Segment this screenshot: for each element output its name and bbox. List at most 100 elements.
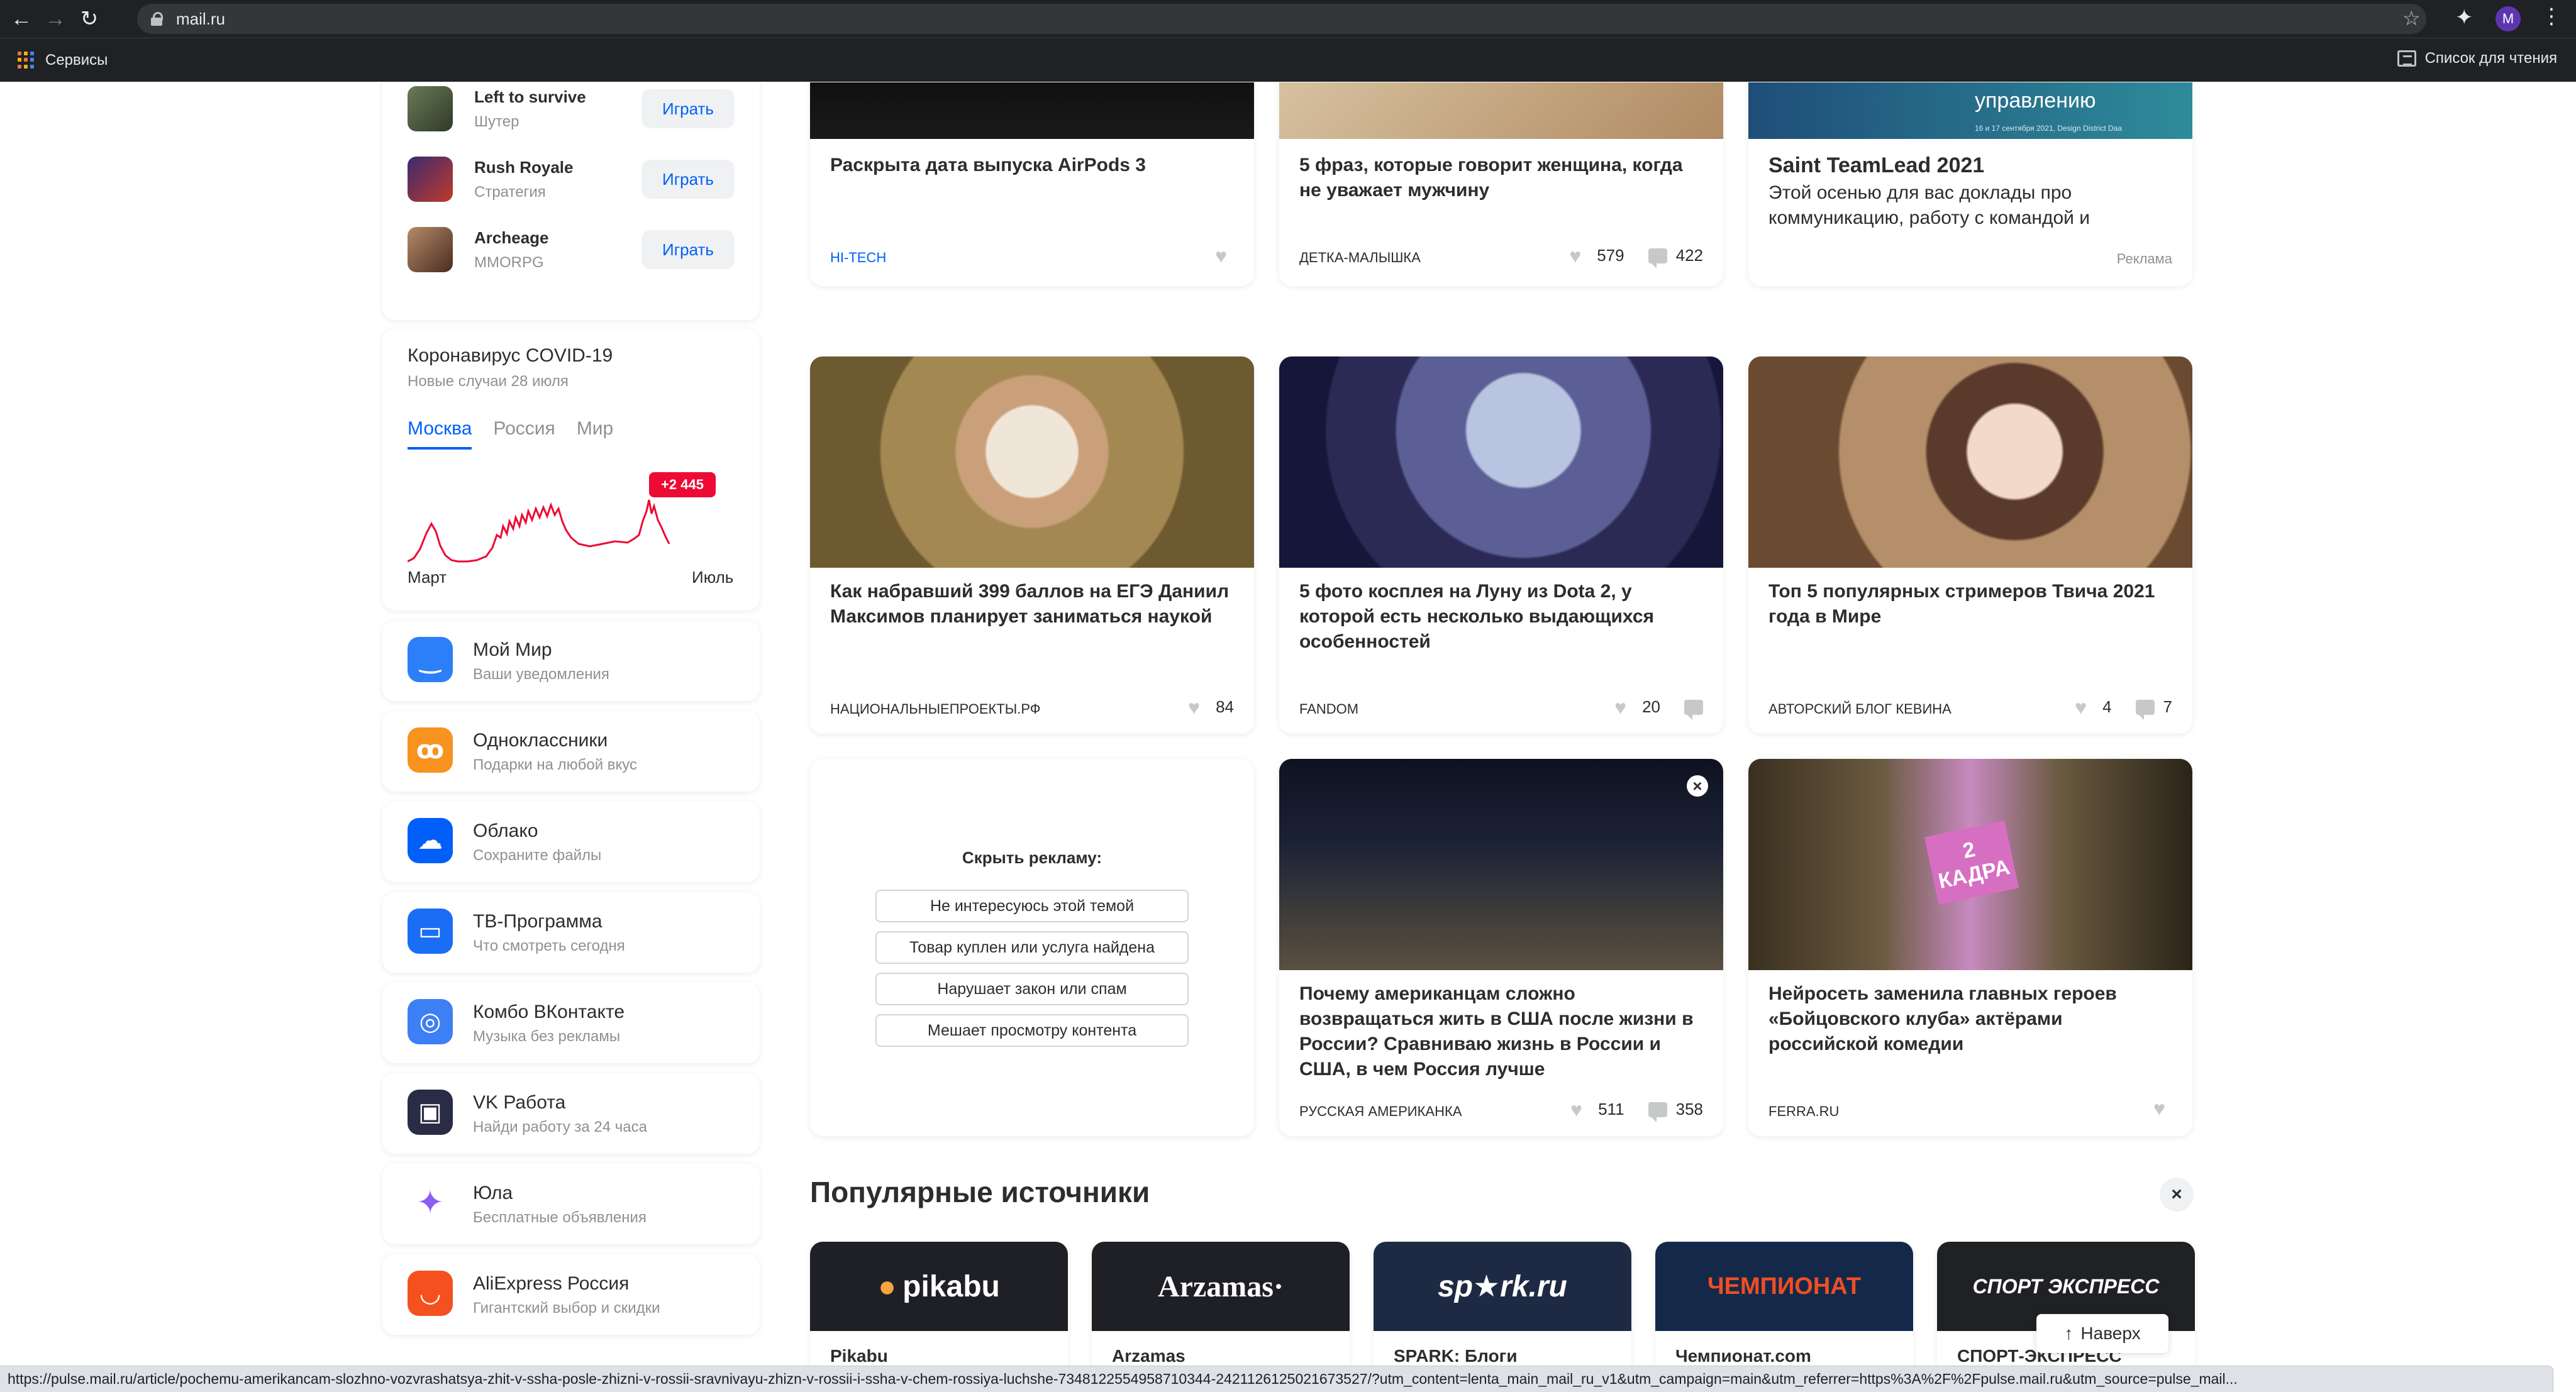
- news-card[interactable]: Как набравший 399 баллов на ЕГЭ Даниил М…: [810, 356, 1254, 734]
- heart-icon[interactable]: ♥: [1188, 697, 1207, 717]
- cloud-icon: ☁: [408, 818, 453, 863]
- service-subtitle: Найди работу за 24 часа: [473, 1119, 647, 1135]
- news-title[interactable]: Топ 5 популярных стримеров Твича 2021 го…: [1768, 579, 2177, 629]
- tv-icon: ▭: [408, 909, 453, 954]
- heart-icon[interactable]: ♥: [2153, 1098, 2172, 1119]
- news-title[interactable]: 5 фото косплея на Луну из Dota 2, у кото…: [1299, 579, 1708, 655]
- source-card-championat[interactable]: ЧЕМПИОНАТ Чемпионат.com: [1655, 1242, 1913, 1386]
- news-title[interactable]: Нейросеть заменила главных героев «Бойцо…: [1768, 981, 2177, 1057]
- news-source[interactable]: РУССКАЯ АМЕРИКАНКА: [1299, 1103, 1462, 1120]
- reload-icon[interactable]: ↻: [77, 6, 102, 31]
- spark-logo: sp★rk.ru: [1374, 1242, 1631, 1331]
- comments-count: 7: [2163, 697, 2172, 716]
- news-card[interactable]: 5 фраз, которые говорит женщина, когда н…: [1279, 82, 1723, 286]
- game-title: Rush Royale: [474, 157, 574, 177]
- game-item[interactable]: Rush Royale Стратегия Играть: [408, 154, 735, 204]
- heart-icon[interactable]: ♥: [1215, 246, 1234, 266]
- bookmark-services[interactable]: Сервисы: [45, 52, 108, 69]
- heart-icon[interactable]: ♥: [2075, 697, 2094, 717]
- news-source[interactable]: ДЕТКА-МАЛЫШКА: [1299, 250, 1421, 266]
- source-name: Pikabu: [830, 1346, 888, 1366]
- news-source[interactable]: АВТОРСКИЙ БЛОГ КЕВИНА: [1768, 701, 1951, 717]
- back-arrow-icon[interactable]: ←: [9, 6, 34, 31]
- news-source[interactable]: FANDOM: [1299, 701, 1358, 717]
- covid-tab-world[interactable]: Мир: [577, 418, 613, 450]
- news-stats: ♥ 84: [1188, 697, 1234, 717]
- comments-count: 358: [1675, 1100, 1703, 1119]
- game-thumbnail: [408, 86, 453, 131]
- comment-icon[interactable]: [2135, 699, 2155, 720]
- hide-ad-option[interactable]: Нарушает закон или спам: [875, 973, 1189, 1005]
- close-icon[interactable]: ×: [1687, 775, 1708, 797]
- service-vk-work[interactable]: ▣ VK Работа Найди работу за 24 часа: [382, 1073, 760, 1154]
- profile-avatar[interactable]: M: [2496, 6, 2521, 31]
- play-button[interactable]: Играть: [641, 160, 735, 199]
- ad-title[interactable]: Saint TeamLead 2021: [1768, 153, 2177, 178]
- hide-ad-option[interactable]: Мешает просмотру контента: [875, 1014, 1189, 1047]
- service-subtitle: Что смотреть сегодня: [473, 937, 625, 954]
- heart-icon[interactable]: ♥: [1569, 246, 1588, 266]
- news-card[interactable]: 2 КАДРА Нейросеть заменила главных герое…: [1748, 759, 2192, 1136]
- comment-icon[interactable]: [1684, 699, 1703, 720]
- news-source[interactable]: НАЦИОНАЛЬНЫЕПРОЕКТЫ.РФ: [830, 701, 1041, 717]
- news-title[interactable]: Почему американцам сложно возвращаться ж…: [1299, 981, 1708, 1082]
- news-image: 2 КАДРА: [1748, 759, 2192, 970]
- service-title: ТВ-Программа: [473, 911, 602, 932]
- address-bar[interactable]: mail.ru: [137, 4, 2426, 34]
- source-card-spark[interactable]: sp★rk.ru SPARK: Блоги: [1374, 1242, 1631, 1386]
- close-icon[interactable]: ×: [2160, 1178, 2194, 1212]
- source-card-pikabu[interactable]: ● pikabu Pikabu: [810, 1242, 1068, 1386]
- comment-icon[interactable]: [1648, 248, 1667, 268]
- service-combo[interactable]: ◎ Комбо ВКонтакте Музыка без рекламы: [382, 983, 760, 1063]
- play-button[interactable]: Играть: [641, 89, 735, 128]
- ad-banner-text: управлению: [1975, 89, 2096, 113]
- news-source[interactable]: FERRA.RU: [1768, 1103, 1839, 1120]
- news-source[interactable]: HI-TECH: [830, 250, 886, 266]
- heart-icon[interactable]: ♥: [1570, 1100, 1589, 1120]
- service-aliexpress[interactable]: ◡ AliExpress Россия Гигантский выбор и с…: [382, 1254, 760, 1335]
- comment-icon[interactable]: [1648, 1102, 1667, 1122]
- game-thumbnail: [408, 227, 453, 272]
- news-title[interactable]: Раскрыта дата выпуска AirPods 3: [830, 153, 1239, 178]
- game-genre: Шутер: [474, 113, 519, 130]
- reading-list-button[interactable]: Список для чтения: [2397, 50, 2557, 67]
- game-item[interactable]: Archeage MMORPG Играть: [408, 224, 735, 275]
- source-card-arzamas[interactable]: Arzamas· Arzamas: [1092, 1242, 1350, 1386]
- news-card[interactable]: Раскрыта дата выпуска AirPods 3 HI-TECH …: [810, 82, 1254, 286]
- covid-subtitle: Новые случаи 28 июля: [408, 373, 569, 390]
- game-genre: Стратегия: [474, 183, 546, 201]
- service-subtitle: Ваши уведомления: [473, 666, 609, 683]
- service-youla[interactable]: ✦ Юла Бесплатные объявления: [382, 1164, 760, 1244]
- extensions-puzzle-icon[interactable]: ✦: [2455, 5, 2473, 30]
- hide-ad-option[interactable]: Товар куплен или услуга найдена: [875, 931, 1189, 964]
- forward-arrow-icon[interactable]: →: [43, 6, 68, 31]
- covid-tab-moscow[interactable]: Москва: [408, 418, 472, 450]
- heart-icon[interactable]: ♥: [1614, 697, 1633, 717]
- browser-menu-icon[interactable]: ⋮: [2541, 4, 2562, 29]
- likes-count: 511: [1598, 1100, 1624, 1119]
- smile-icon: ‿: [408, 637, 453, 682]
- play-button[interactable]: Играть: [641, 230, 735, 269]
- url-text[interactable]: mail.ru: [176, 9, 225, 29]
- covid-x-start: Март: [408, 568, 447, 587]
- service-my-world[interactable]: ‿ Мой Мир Ваши уведомления: [382, 621, 760, 701]
- game-item[interactable]: Left to survive Шутер Играть: [408, 84, 735, 134]
- scroll-to-top-button[interactable]: ↑ Наверх: [2036, 1314, 2168, 1353]
- news-title[interactable]: Как набравший 399 баллов на ЕГЭ Даниил М…: [830, 579, 1239, 629]
- likes-count: 4: [2102, 697, 2112, 716]
- service-odnoklassniki[interactable]: ꝏ Одноклассники Подарки на любой вкус: [382, 711, 760, 792]
- covid-tab-russia[interactable]: Россия: [493, 418, 555, 450]
- ad-banner-date: 16 и 17 сентября 2021, Design District D…: [1975, 124, 2122, 133]
- ad-card[interactable]: управлению 16 и 17 сентября 2021, Design…: [1748, 82, 2192, 286]
- service-cloud[interactable]: ☁ Облако Сохраните файлы: [382, 802, 760, 882]
- hide-ad-option[interactable]: Не интересуюсь этой темой: [875, 890, 1189, 922]
- covid-widget[interactable]: Коронавирус COVID-19 Новые случаи 28 июл…: [382, 329, 760, 610]
- news-card[interactable]: Топ 5 популярных стримеров Твича 2021 го…: [1748, 356, 2192, 734]
- news-card[interactable]: × Почему американцам сложно возвращаться…: [1279, 759, 1723, 1136]
- news-stats: ♥: [2153, 1098, 2172, 1119]
- news-title[interactable]: 5 фраз, которые говорит женщина, когда н…: [1299, 153, 1708, 203]
- service-tv[interactable]: ▭ ТВ-Программа Что смотреть сегодня: [382, 892, 760, 973]
- news-card[interactable]: 5 фото косплея на Луну из Dota 2, у кото…: [1279, 356, 1723, 734]
- bookmark-star-icon[interactable]: ☆: [2402, 6, 2421, 30]
- apps-grid-icon[interactable]: [18, 51, 35, 69]
